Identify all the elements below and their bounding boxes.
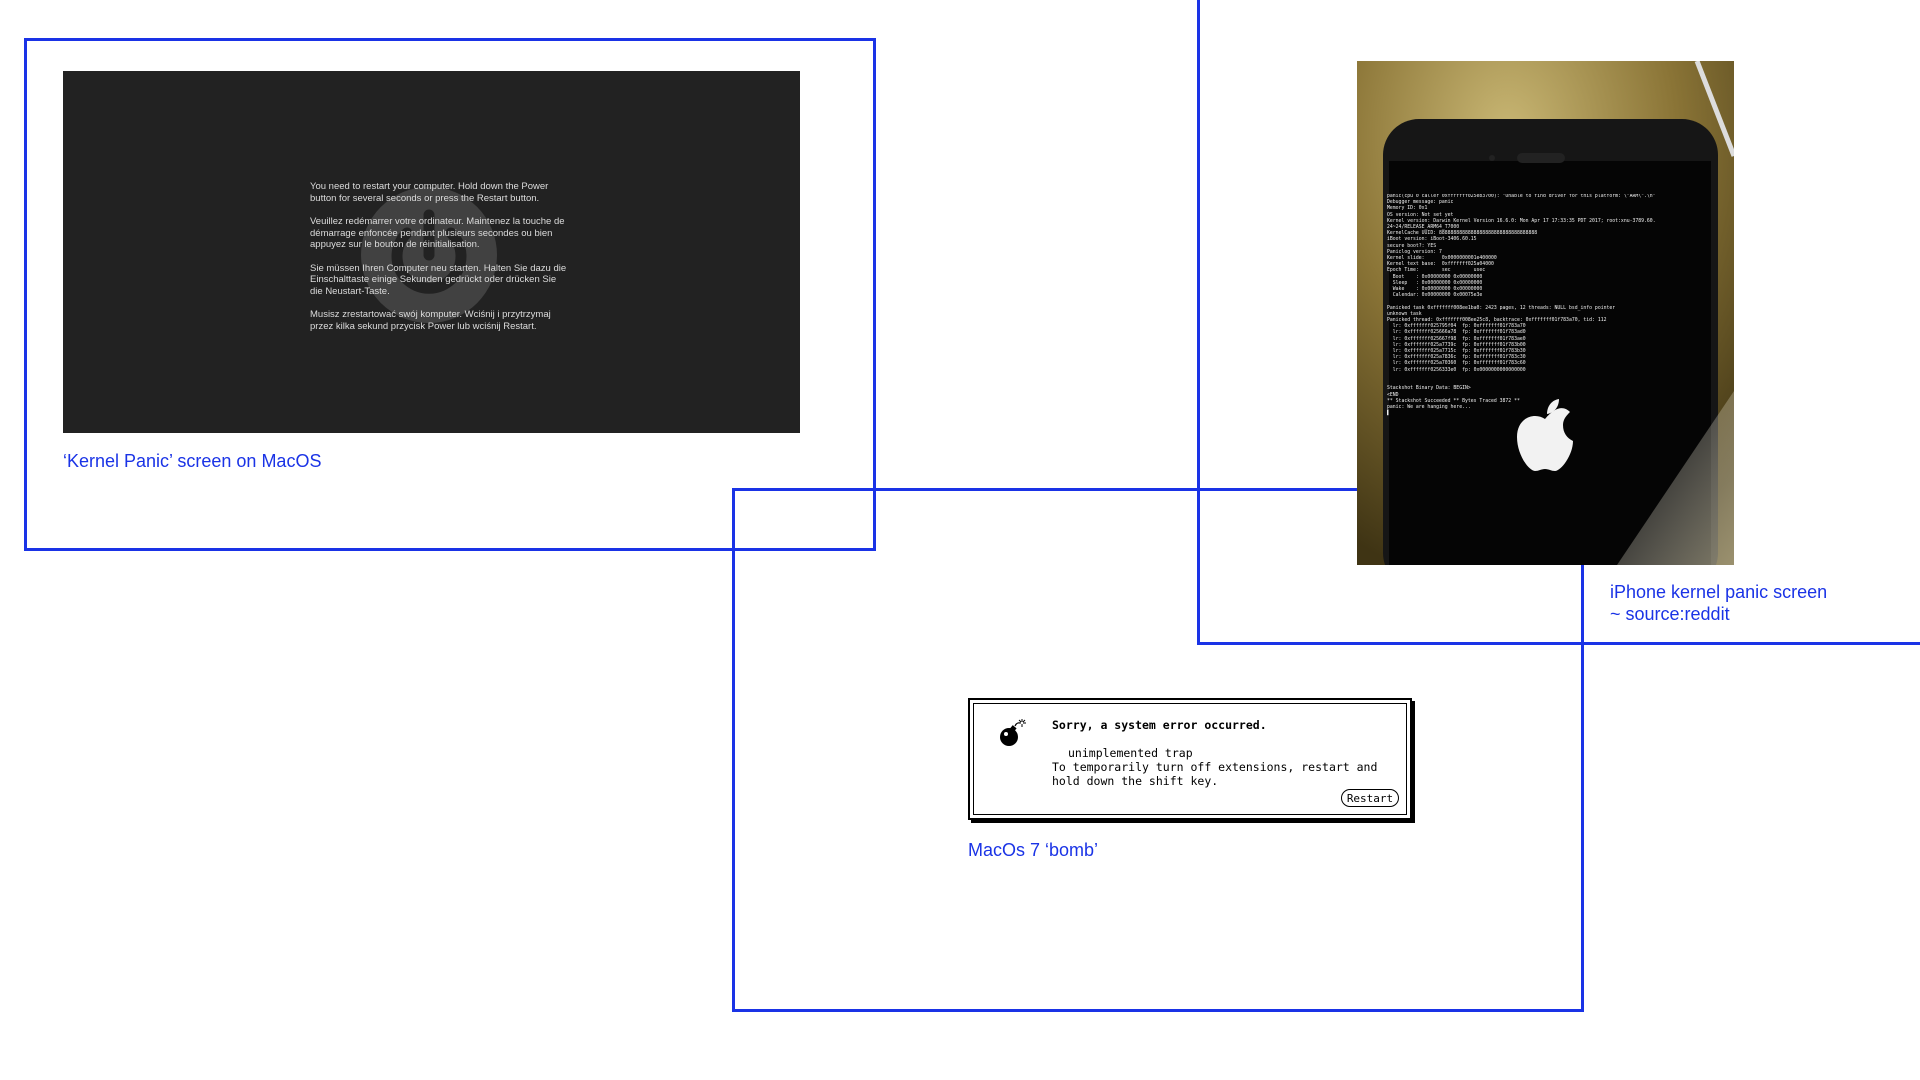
macos-caption: ‘Kernel Panic’ screen on MacOS (63, 451, 322, 471)
error-title: Sorry, a system error occurred. (1052, 718, 1267, 732)
dialog-inner-border: Sorry, a system error occurred. unimplem… (973, 703, 1407, 815)
panic-message-english: You need to restart your computer. Hold … (310, 181, 549, 204)
bomb-caption: MacOs 7 ‘bomb’ (968, 840, 1099, 860)
panic-message-french: Veuillez redémarrer votre ordinateur. Ma… (310, 216, 565, 250)
panic-message: You need to restart your computer. Hold … (310, 181, 570, 344)
iphone-photo: panic(cpu 0 caller 0xfffffff025eb3700): … (1357, 61, 1734, 565)
macos-kernel-panic-screen: You need to restart your computer. Hold … (63, 71, 800, 433)
iphone-caption: iPhone kernel panic screen ~ source:redd… (1610, 582, 1828, 624)
restart-button[interactable]: Restart (1341, 789, 1399, 807)
panic-message-polish: Musisz zrestartować swój komputer. Wciśn… (310, 309, 551, 332)
iphone-panic-log: panic(cpu 0 caller 0xfffffff025eb3700): … (1387, 194, 1656, 417)
panic-message-german: Sie müssen Ihren Computer neu starten. H… (310, 262, 567, 297)
system-error-dialog: Sorry, a system error occurred. unimplem… (968, 698, 1412, 820)
error-instructions: To temporarily turn off extensions, rest… (1052, 760, 1378, 788)
error-code: unimplemented trap (1068, 746, 1193, 760)
bomb-icon (1000, 719, 1026, 746)
